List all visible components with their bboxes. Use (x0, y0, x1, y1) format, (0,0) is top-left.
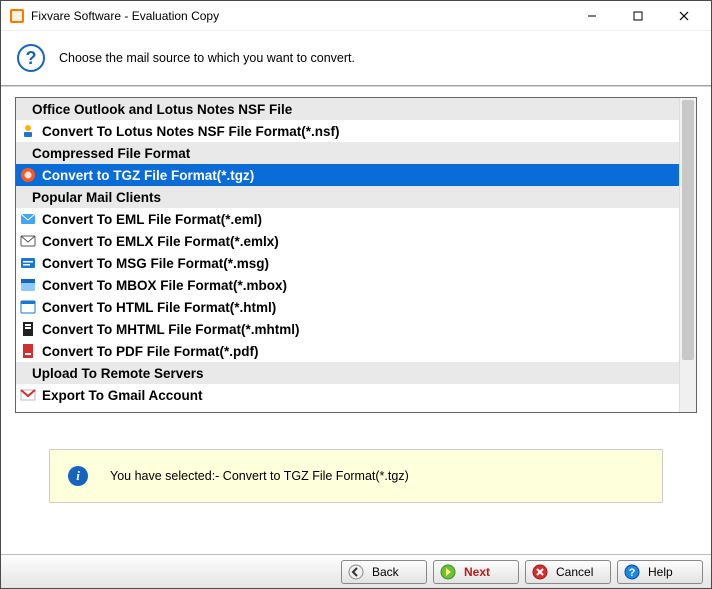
list-group-header: Upload To Remote Servers (16, 362, 679, 384)
eml-icon (20, 211, 36, 227)
next-button[interactable]: Next (433, 560, 519, 584)
group-label: Upload To Remote Servers (32, 366, 204, 381)
footer: Back Next Cancel ? Help (1, 554, 711, 588)
svg-text:?: ? (629, 567, 636, 579)
gmail-icon (20, 387, 36, 403)
nsf-icon (20, 123, 36, 139)
format-option-label: Convert To MSG File Format(*.msg) (42, 256, 269, 271)
format-option-label: Convert to TGZ File Format(*.tgz) (42, 168, 254, 183)
header-text: Choose the mail source to which you want… (59, 51, 355, 65)
msg-icon (20, 255, 36, 271)
format-option-label: Convert To Lotus Notes NSF File Format(*… (42, 124, 340, 139)
selection-info-box: i You have selected:- Convert to TGZ Fil… (49, 449, 663, 503)
cancel-icon (532, 564, 548, 580)
help-label: Help (648, 565, 673, 579)
window-title: Fixvare Software - Evaluation Copy (31, 9, 219, 23)
format-option-label: Convert To EML File Format(*.eml) (42, 212, 262, 227)
format-option-label: Convert To EMLX File Format(*.emlx) (42, 234, 279, 249)
format-option[interactable]: Convert To MSG File Format(*.msg) (16, 252, 679, 274)
vertical-scrollbar[interactable] (679, 98, 696, 412)
next-label: Next (464, 565, 490, 579)
format-option[interactable]: Convert to TGZ File Format(*.tgz) (16, 164, 679, 186)
selection-info-text: You have selected:- Convert to TGZ File … (110, 469, 409, 483)
format-option[interactable]: Convert To EMLX File Format(*.emlx) (16, 230, 679, 252)
tgz-icon (20, 167, 36, 183)
mbox-icon (20, 277, 36, 293)
header-separator (1, 85, 711, 87)
maximize-button[interactable] (615, 2, 661, 30)
cancel-label: Cancel (556, 565, 593, 579)
minimize-button[interactable] (569, 2, 615, 30)
format-option[interactable]: Convert To MHTML File Format(*.mhtml) (16, 318, 679, 340)
help-icon: ? (624, 564, 640, 580)
format-option-label: Convert To HTML File Format(*.html) (42, 300, 276, 315)
format-option[interactable]: Convert To HTML File Format(*.html) (16, 296, 679, 318)
main-window: Fixvare Software - Evaluation Copy ? Cho… (0, 0, 712, 589)
list-group-header: Popular Mail Clients (16, 186, 679, 208)
format-option-label: Convert To PDF File Format(*.pdf) (42, 344, 259, 359)
app-icon (9, 8, 25, 24)
list-group-header: Compressed File Format (16, 142, 679, 164)
group-label: Popular Mail Clients (32, 190, 161, 205)
emlx-icon (20, 233, 36, 249)
format-option-label: Convert To MHTML File Format(*.mhtml) (42, 322, 300, 337)
list-group-header: Office Outlook and Lotus Notes NSF File (16, 98, 679, 120)
wizard-header: ? Choose the mail source to which you wa… (1, 31, 711, 85)
titlebar: Fixvare Software - Evaluation Copy (1, 1, 711, 31)
info-icon: i (68, 466, 88, 486)
format-option[interactable]: Convert To PDF File Format(*.pdf) (16, 340, 679, 362)
question-icon: ? (17, 44, 45, 72)
html-icon (20, 299, 36, 315)
next-icon (440, 564, 456, 580)
format-list: Office Outlook and Lotus Notes NSF File C… (16, 98, 679, 412)
help-button[interactable]: ? Help (617, 560, 703, 584)
back-icon (348, 564, 364, 580)
group-label: Office Outlook and Lotus Notes NSF File (32, 102, 292, 117)
format-option[interactable]: Convert To MBOX File Format(*.mbox) (16, 274, 679, 296)
scrollbar-thumb[interactable] (682, 100, 694, 360)
group-label: Compressed File Format (32, 146, 190, 161)
format-option-label: Convert To MBOX File Format(*.mbox) (42, 278, 287, 293)
close-button[interactable] (661, 2, 707, 30)
format-option[interactable]: Convert To Lotus Notes NSF File Format(*… (16, 120, 679, 142)
cancel-button[interactable]: Cancel (525, 560, 611, 584)
pdf-icon (20, 343, 36, 359)
format-option-label: Export To Gmail Account (42, 388, 203, 403)
back-label: Back (372, 565, 399, 579)
back-button[interactable]: Back (341, 560, 427, 584)
format-option[interactable]: Export To Gmail Account (16, 384, 679, 406)
mhtml-icon (20, 321, 36, 337)
format-option[interactable]: Convert To EML File Format(*.eml) (16, 208, 679, 230)
format-list-panel: Office Outlook and Lotus Notes NSF File C… (15, 97, 697, 413)
